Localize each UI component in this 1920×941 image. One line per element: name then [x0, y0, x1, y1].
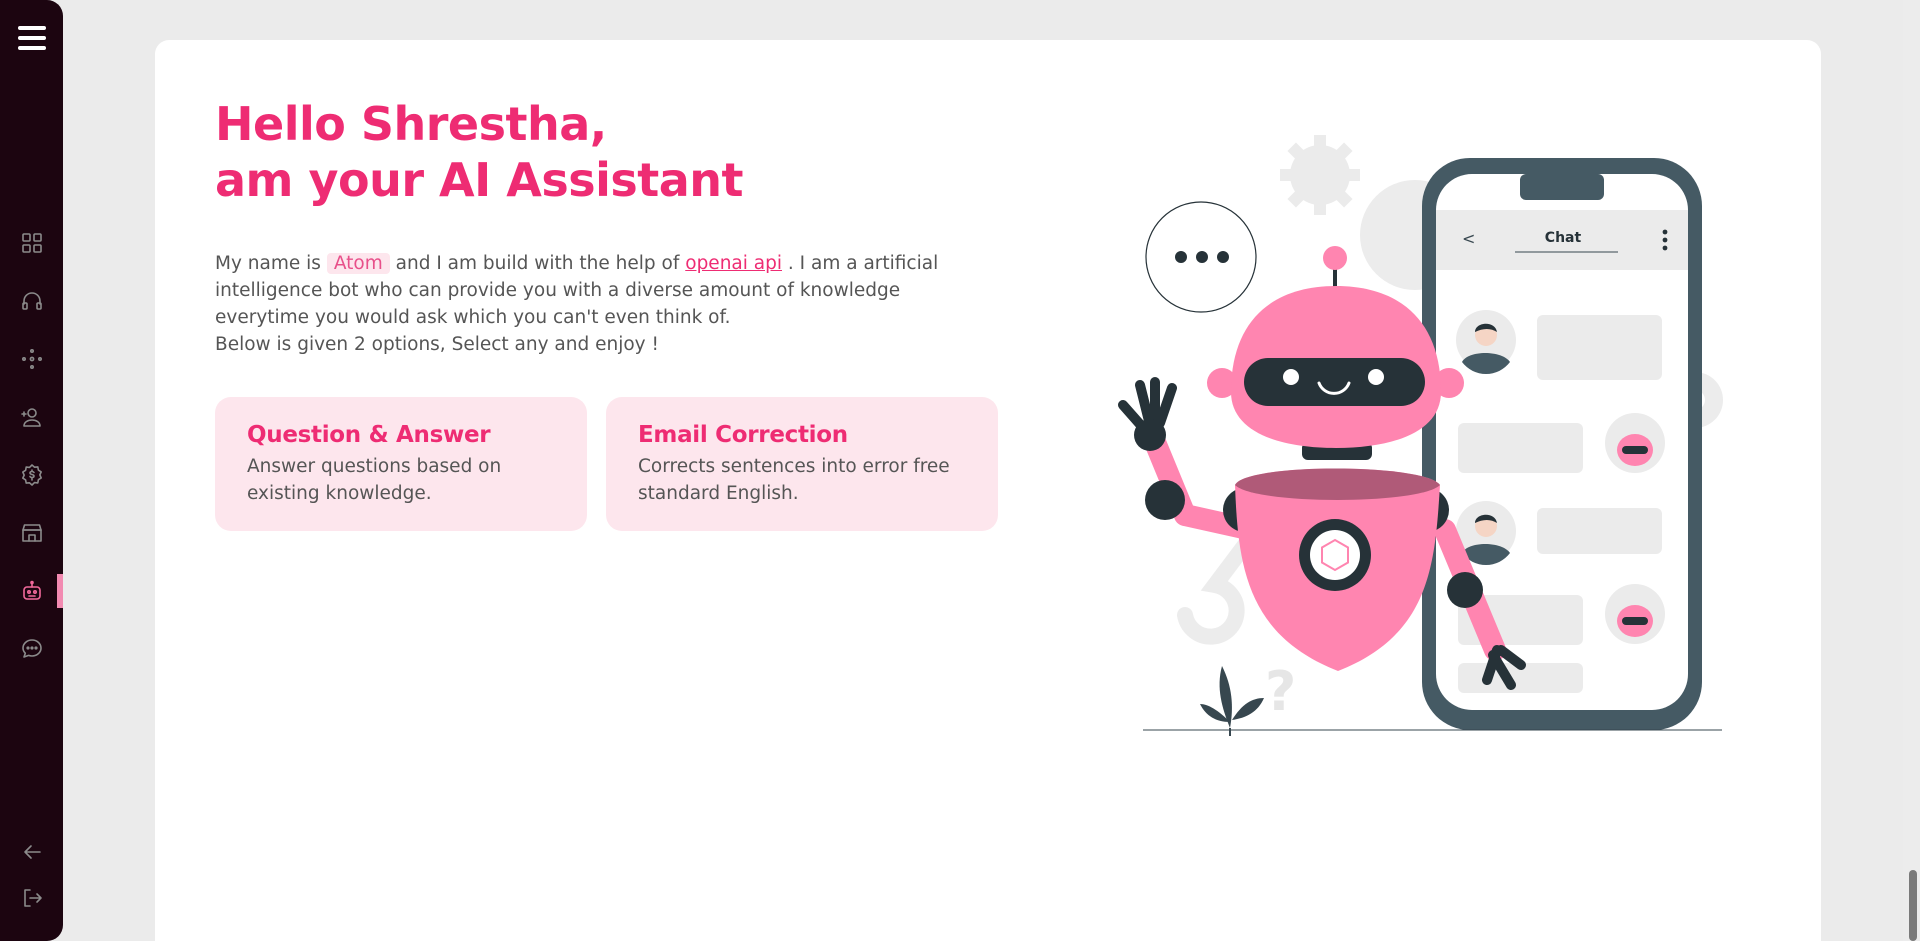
option-title: Question & Answer	[247, 422, 491, 448]
user-add-icon	[20, 408, 41, 427]
intro-part-1: My name is	[215, 253, 321, 274]
hamburger-menu-icon[interactable]	[18, 26, 48, 54]
dots-network-icon	[21, 348, 42, 369]
scrollbar-thumb[interactable]	[1909, 870, 1917, 941]
plant-icon	[1200, 666, 1264, 736]
phone-chat-title: Chat	[1545, 230, 1582, 246]
robot-icon	[22, 580, 41, 600]
option-description: Corrects sentences into error free stand…	[638, 456, 950, 504]
active-indicator	[57, 574, 63, 608]
dollar-gear-icon	[21, 464, 42, 486]
sidebar	[0, 0, 63, 941]
arrow-left-icon	[23, 845, 41, 859]
chat-bubble-icon	[21, 639, 42, 658]
sidebar-item-users[interactable]	[0, 397, 63, 437]
wrench-icon	[1177, 537, 1253, 645]
chat-avatar-bot	[1605, 413, 1665, 473]
sidebar-item-dashboard[interactable]	[0, 223, 63, 263]
openai-api-link[interactable]: openai api	[685, 253, 782, 274]
robot-chat-illustration: ? < Chat	[1118, 135, 1723, 736]
sidebar-item-store[interactable]	[0, 513, 63, 553]
sidebar-back-button[interactable]	[0, 832, 63, 872]
chat-avatar-bot	[1605, 584, 1665, 644]
intro-line-2: Below is given 2 options, Select any and…	[215, 334, 659, 355]
sidebar-item-billing[interactable]	[0, 455, 63, 495]
sidebar-logout-button[interactable]	[0, 878, 63, 918]
chat-avatar-user	[1456, 310, 1516, 374]
heading-line-2: am your AI Assistant	[215, 153, 744, 207]
intro-text: My name is Atom and I am build with the …	[215, 250, 995, 358]
headphones-icon	[21, 292, 42, 310]
bot-name-badge: Atom	[326, 253, 390, 274]
grid-icon	[21, 233, 42, 253]
intro-part-2: and I am build with the help of	[395, 253, 680, 274]
logout-icon	[23, 889, 42, 907]
question-mark-glyph: ?	[1265, 660, 1296, 723]
heading-line-1: Hello Shrestha,	[215, 97, 607, 151]
option-email-correction[interactable]: Email Correction Corrects sentences into…	[606, 397, 998, 531]
option-question-answer[interactable]: Question & Answer Answer questions based…	[215, 397, 587, 531]
phone-back-icon: <	[1462, 229, 1475, 248]
sidebar-item-connections[interactable]	[0, 339, 63, 379]
speech-bubble-icon	[1145, 201, 1257, 313]
sidebar-item-ai-assistant[interactable]	[0, 571, 63, 611]
gear-icon	[1280, 135, 1360, 215]
sidebar-item-support[interactable]	[0, 281, 63, 321]
page-scrollbar[interactable]	[1903, 0, 1920, 941]
sidebar-item-chat[interactable]	[0, 629, 63, 669]
option-description: Answer questions based on existing knowl…	[247, 456, 502, 504]
option-title: Email Correction	[638, 422, 848, 448]
store-icon	[21, 524, 42, 542]
page-title: Hello Shrestha, am your AI Assistant	[215, 96, 744, 208]
phone-mockup: < Chat	[1422, 158, 1702, 730]
phone-more-icon	[1662, 229, 1668, 251]
